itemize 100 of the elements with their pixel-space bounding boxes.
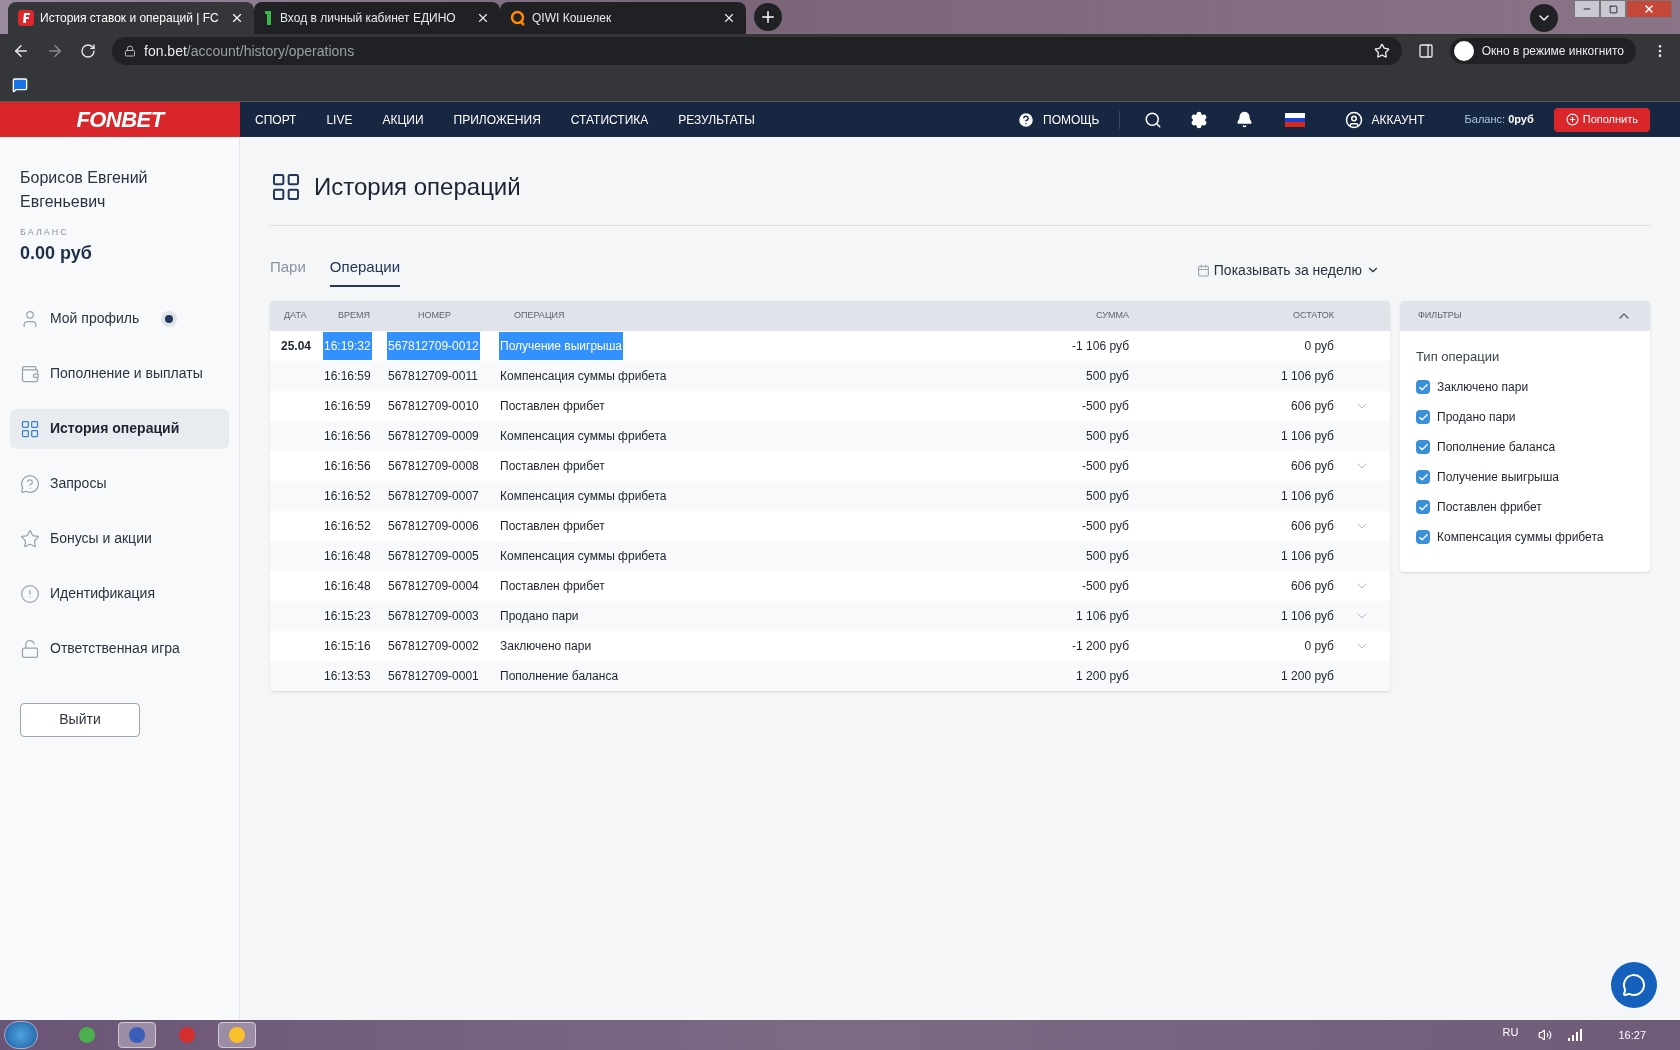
nav-link[interactable]: СПОРТ bbox=[255, 110, 297, 129]
checkbox[interactable] bbox=[1416, 530, 1430, 544]
nav-link[interactable]: LIVE bbox=[326, 110, 353, 129]
bell-icon[interactable] bbox=[1236, 111, 1254, 128]
nav-link[interactable]: ПРИЛОЖЕНИЯ bbox=[453, 110, 541, 129]
calendar-icon bbox=[1196, 263, 1210, 277]
bookmark-chat-icon[interactable] bbox=[12, 76, 28, 93]
start-button[interactable] bbox=[4, 1021, 38, 1049]
taskbar-app-icon[interactable] bbox=[118, 1022, 156, 1048]
table-cell-text: 606 руб bbox=[1291, 577, 1334, 595]
table-cell-text: 16:16:52 bbox=[324, 517, 371, 535]
close-icon[interactable] bbox=[230, 11, 244, 25]
account-icon[interactable] bbox=[1345, 110, 1364, 129]
app-icon bbox=[79, 1027, 95, 1043]
sidebar-item[interactable]: История операций bbox=[10, 408, 229, 449]
flag-icon[interactable] bbox=[1285, 112, 1306, 127]
nav-link[interactable]: РЕЗУЛЬТАТЫ bbox=[678, 110, 755, 129]
tab-title: Вход в личный кабинет ЕДИНО bbox=[280, 10, 457, 27]
search-icon[interactable] bbox=[1144, 110, 1163, 129]
time-label[interactable]: 16:27 bbox=[1618, 1026, 1646, 1044]
chat-button[interactable] bbox=[1611, 962, 1657, 1008]
period-dropdown[interactable]: Показывать за неделю bbox=[1213, 259, 1362, 281]
back-icon[interactable] bbox=[12, 42, 30, 60]
page-tab[interactable]: Операции bbox=[329, 256, 401, 287]
browser-tab[interactable]: QIWI Кошелек bbox=[500, 2, 746, 34]
sidebar-item[interactable]: Мой профиль bbox=[10, 298, 229, 339]
sidebar-item[interactable]: Пополнение и выплаты bbox=[10, 353, 229, 394]
nav-link[interactable]: СТАТИСТИКА bbox=[570, 110, 649, 129]
table-cell-text: Компенсация суммы фрибета bbox=[500, 427, 667, 445]
table-cell: Получение выигрыша bbox=[499, 331, 623, 360]
logout-button[interactable]: Выйти bbox=[20, 702, 140, 737]
table-cell-text: 16:16:52 bbox=[324, 487, 371, 505]
close-window-button[interactable] bbox=[1626, 0, 1672, 18]
column-header: ОПЕРАЦИЯ bbox=[513, 308, 566, 322]
table-cell-text: 1 106 руб bbox=[1281, 367, 1334, 385]
table-cell-text: 567812709-0004 bbox=[388, 577, 479, 595]
table-cell-text: 16:13:53 bbox=[324, 667, 371, 685]
incognito-badge[interactable]: Окно в режиме инкогнито bbox=[1449, 38, 1636, 64]
star-icon bbox=[20, 528, 40, 549]
reload-icon[interactable] bbox=[80, 43, 96, 59]
table-cell-text: 567812709-0006 bbox=[388, 517, 479, 535]
incognito-icon bbox=[1453, 41, 1474, 61]
page-title: История операций bbox=[314, 172, 521, 202]
signal-icon[interactable] bbox=[1568, 1029, 1583, 1041]
sidebar-item[interactable]: Идентификация bbox=[10, 573, 229, 614]
tab-search-button[interactable] bbox=[1530, 4, 1558, 32]
close-icon[interactable] bbox=[476, 11, 490, 25]
settings-icon[interactable] bbox=[1190, 110, 1209, 129]
checkbox[interactable] bbox=[1416, 470, 1430, 484]
balance-amount: 0.00 руб bbox=[19, 241, 93, 265]
column-header: СУММА bbox=[1095, 308, 1129, 322]
deposit-button[interactable]: Пополнить bbox=[1553, 107, 1650, 132]
nav-link[interactable]: АКЦИИ bbox=[382, 110, 424, 129]
volume-icon[interactable] bbox=[1538, 1028, 1553, 1042]
table-cell-text: 1 106 руб bbox=[1281, 607, 1334, 625]
sidebar-item[interactable]: Ответственная игра bbox=[10, 628, 229, 669]
forward-icon[interactable] bbox=[46, 42, 64, 60]
url-text: fon.bet/account/history/operations bbox=[144, 41, 355, 61]
table-cell-text: Продано пари bbox=[500, 607, 579, 625]
table-cell: 567812709-0012 bbox=[387, 331, 480, 360]
table-cell-text: 567812709-0009 bbox=[388, 427, 479, 445]
maximize-button[interactable] bbox=[1600, 0, 1626, 18]
table-cell-text: Заключено пари bbox=[500, 637, 592, 655]
sidebar-item[interactable]: Бонусы и акции bbox=[10, 518, 229, 559]
browser-tab[interactable]: История ставок и операций | FC bbox=[8, 2, 254, 34]
table-cell-text: 567812709-0011 bbox=[388, 367, 478, 385]
checkbox[interactable] bbox=[1416, 500, 1430, 514]
table-cell-text: 567812709-0003 bbox=[388, 607, 479, 625]
address-field[interactable]: fon.bet/account/history/operations bbox=[112, 37, 1402, 65]
browser-tab[interactable]: Вход в личный кабинет ЕДИНО bbox=[254, 2, 500, 34]
lock-icon bbox=[124, 45, 136, 57]
checkbox[interactable] bbox=[1416, 380, 1430, 394]
help-link[interactable]: ПОМОЩЬ bbox=[1043, 110, 1100, 129]
filters-header[interactable]: ФИЛЬТРЫ bbox=[1400, 300, 1650, 331]
account-link[interactable]: АККАУНТ bbox=[1371, 110, 1425, 129]
table-cell-text: Поставлен фрибет bbox=[500, 517, 605, 535]
table-cell-text: 500 руб bbox=[1086, 427, 1129, 445]
checkbox[interactable] bbox=[1416, 410, 1430, 424]
tab-title: QIWI Кошелек bbox=[532, 10, 613, 27]
filter-label: Компенсация суммы фрибета bbox=[1437, 529, 1604, 546]
app-icon bbox=[179, 1027, 195, 1043]
table-cell-text: -500 руб bbox=[1082, 577, 1129, 595]
table-cell-text: 16:15:16 bbox=[324, 637, 371, 655]
logo[interactable]: FONBET bbox=[0, 102, 240, 137]
site-icon bbox=[18, 10, 34, 26]
table-cell-text: Компенсация суммы фрибета bbox=[500, 487, 667, 505]
new-tab-button[interactable] bbox=[754, 3, 782, 31]
table-cell-text: Компенсация суммы фрибета bbox=[500, 367, 667, 385]
language-indicator[interactable]: RU bbox=[1502, 1024, 1519, 1041]
sidebar-item[interactable]: Запросы bbox=[10, 463, 229, 504]
table-cell-text: 16:16:59 bbox=[324, 367, 371, 385]
side-panel-icon[interactable] bbox=[1417, 43, 1434, 59]
question-icon bbox=[20, 473, 40, 494]
minimize-button[interactable] bbox=[1574, 0, 1600, 18]
table-cell: 16:19:32 bbox=[323, 331, 372, 360]
close-icon[interactable] bbox=[722, 11, 736, 25]
help-icon[interactable] bbox=[1017, 110, 1036, 129]
bookmark-icon[interactable] bbox=[1373, 43, 1390, 59]
close-icon bbox=[1643, 3, 1655, 15]
checkbox[interactable] bbox=[1416, 440, 1430, 454]
